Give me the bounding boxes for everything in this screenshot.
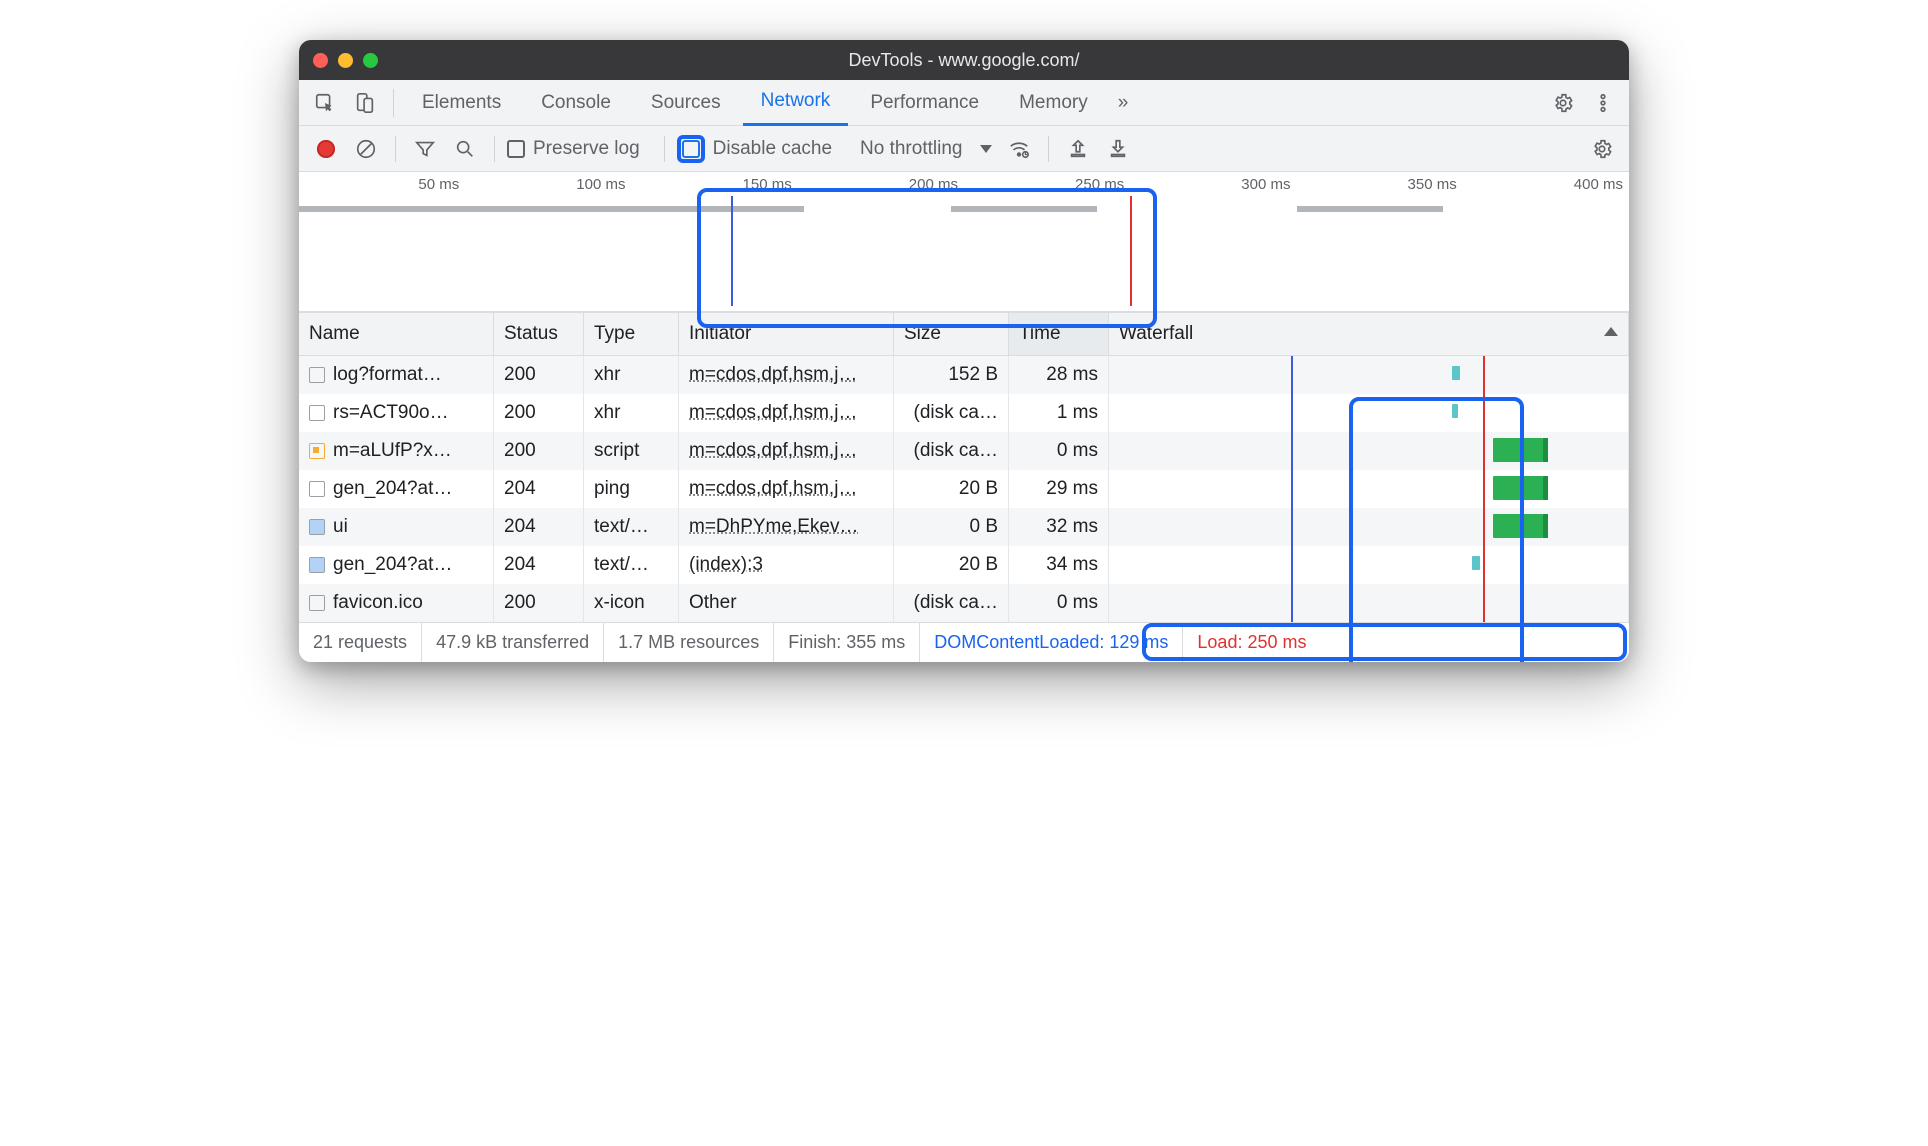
network-statusbar: 21 requests 47.9 kB transferred 1.7 MB r… [299, 622, 1629, 662]
inspect-element-icon[interactable] [307, 85, 343, 121]
file-icon [309, 481, 325, 497]
tab-network[interactable]: Network [743, 80, 849, 126]
image-file-icon [309, 519, 325, 535]
preserve-log-label: Preserve log [533, 138, 640, 160]
col-size[interactable]: Size [894, 312, 1009, 356]
filter-icon[interactable] [408, 132, 442, 166]
file-icon [309, 595, 325, 611]
window-titlebar: DevTools - www.google.com/ [299, 40, 1629, 80]
network-toolbar: Preserve log Disable cache No throttling [299, 126, 1629, 172]
initiator-link[interactable]: m=cdos,dpf,hsm,j… [689, 402, 857, 424]
devtools-tabbar: Elements Console Sources Network Perform… [299, 80, 1629, 126]
col-initiator[interactable]: Initiator [679, 312, 894, 356]
separator [393, 89, 394, 117]
col-time[interactable]: Time [1009, 312, 1109, 356]
throttling-value: No throttling [860, 138, 962, 160]
status-finish: Finish: 355 ms [774, 623, 920, 662]
disable-cache-checkbox[interactable]: Disable cache [677, 135, 832, 163]
col-name[interactable]: Name [299, 312, 494, 356]
request-table: Name Status Type Initiator Size Time Wat… [299, 312, 1629, 622]
record-button[interactable] [309, 132, 343, 166]
status-resources: 1.7 MB resources [604, 623, 774, 662]
search-icon[interactable] [448, 132, 482, 166]
file-icon [309, 367, 325, 383]
kebab-menu-icon[interactable] [1585, 85, 1621, 121]
settings-gear-icon[interactable] [1545, 85, 1581, 121]
timeline-ruler: 50 ms100 ms150 ms200 ms250 ms300 ms350 m… [299, 172, 1629, 196]
disable-cache-label: Disable cache [713, 138, 832, 160]
col-waterfall[interactable]: Waterfall [1109, 312, 1629, 356]
col-status[interactable]: Status [494, 312, 584, 356]
network-settings-gear-icon[interactable] [1585, 132, 1619, 166]
script-file-icon [309, 443, 325, 459]
preserve-log-checkbox[interactable]: Preserve log [507, 138, 640, 160]
waterfall-cell [1109, 356, 1629, 394]
sort-ascending-icon [1604, 327, 1618, 336]
file-icon [309, 405, 325, 421]
tab-console[interactable]: Console [523, 80, 629, 126]
initiator-link[interactable]: (index):3 [689, 554, 763, 576]
import-har-icon[interactable] [1061, 132, 1095, 166]
col-type[interactable]: Type [584, 312, 679, 356]
window-title: DevTools - www.google.com/ [299, 50, 1629, 71]
status-load: Load: 250 ms [1183, 623, 1320, 662]
tab-memory[interactable]: Memory [1001, 80, 1106, 126]
status-requests: 21 requests [299, 623, 422, 662]
initiator-link[interactable]: m=cdos,dpf,hsm,j… [689, 478, 857, 500]
image-file-icon [309, 557, 325, 573]
clear-button[interactable] [349, 132, 383, 166]
export-har-icon[interactable] [1101, 132, 1135, 166]
tab-performance[interactable]: Performance [852, 80, 997, 126]
throttling-select[interactable]: No throttling [850, 138, 996, 160]
tab-elements[interactable]: Elements [404, 80, 519, 126]
tab-sources[interactable]: Sources [633, 80, 739, 126]
timeline-overview[interactable]: 50 ms100 ms150 ms200 ms250 ms300 ms350 m… [299, 172, 1629, 312]
network-conditions-icon[interactable] [1002, 132, 1036, 166]
initiator-link[interactable]: m=DhPYme,Ekev… [689, 516, 858, 538]
initiator-link[interactable]: m=cdos,dpf,hsm,j… [689, 440, 857, 462]
device-toggle-icon[interactable] [347, 85, 383, 121]
initiator-link[interactable]: m=cdos,dpf,hsm,j… [689, 364, 857, 386]
status-domcontentloaded: DOMContentLoaded: 129 ms [920, 623, 1183, 662]
devtools-window: DevTools - www.google.com/ Elements Cons… [299, 40, 1629, 662]
tabs-overflow-button[interactable]: » [1110, 80, 1137, 126]
status-transferred: 47.9 kB transferred [422, 623, 604, 662]
